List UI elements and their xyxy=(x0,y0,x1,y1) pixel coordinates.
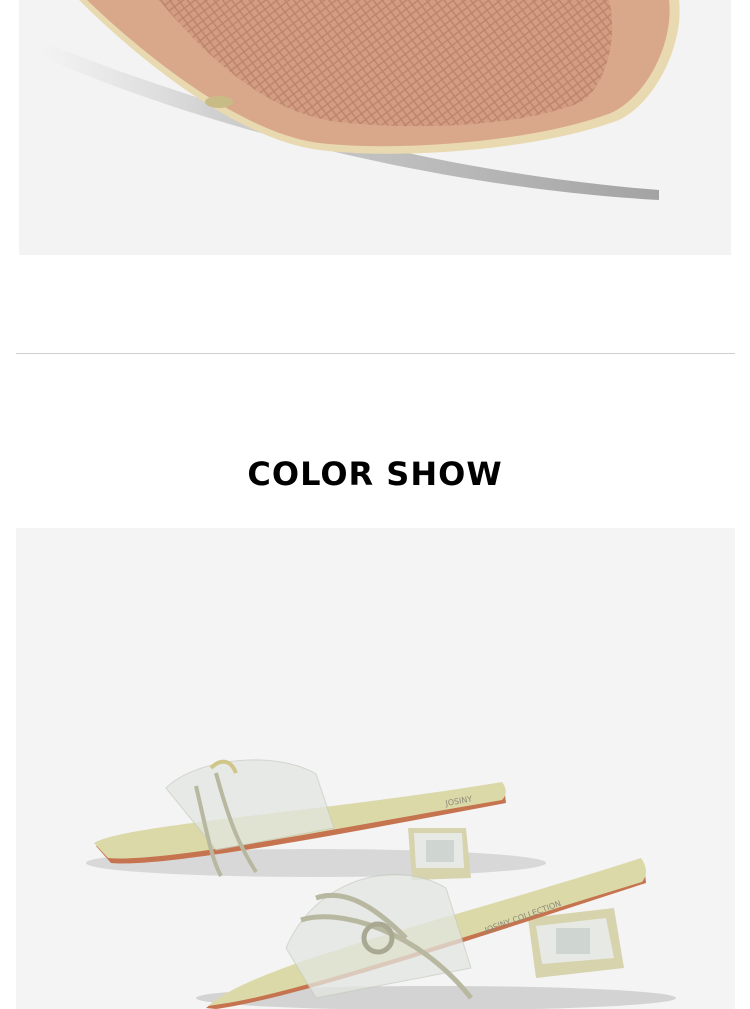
section-divider xyxy=(16,353,735,354)
sole-illustration xyxy=(39,0,680,200)
sandals-illustration: JOSINY JOSINY COLLECTION xyxy=(86,759,676,1009)
section-title: COLOR SHOW xyxy=(247,455,503,493)
product-image: JOSINY JOSINY COLLECTION xyxy=(16,528,735,1009)
sandal-front: JOSINY COLLECTION xyxy=(196,858,676,1009)
sole-closeup-image xyxy=(19,0,731,255)
sandal-back: JOSINY xyxy=(86,759,546,880)
